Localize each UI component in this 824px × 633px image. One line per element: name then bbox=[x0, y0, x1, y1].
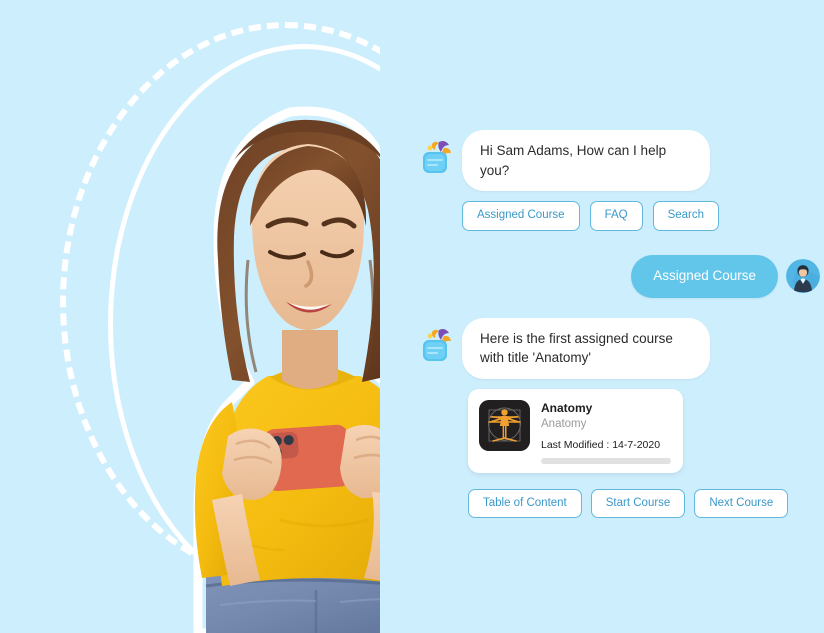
chat-message-bot-greeting: Hi Sam Adams, How can I help you? bbox=[420, 130, 820, 192]
quick-reply-next-course[interactable]: Next Course bbox=[694, 488, 789, 519]
course-subtitle: Anatomy bbox=[541, 417, 587, 430]
chatbot-icon bbox=[420, 328, 454, 364]
course-title: Anatomy bbox=[541, 400, 593, 415]
user-message-text: Assigned Course bbox=[631, 254, 778, 298]
bot-message-text: Here is the first assigned course with t… bbox=[462, 317, 710, 379]
quick-reply-table-of-content[interactable]: Table of Content bbox=[468, 488, 582, 519]
quick-reply-assigned-course[interactable]: Assigned Course bbox=[462, 201, 580, 231]
chat-message-bot-course: Here is the first assigned course with t… bbox=[420, 317, 820, 379]
quick-reply-search[interactable]: Search bbox=[652, 201, 720, 231]
quick-replies-top: Assigned Course FAQ Search bbox=[462, 201, 820, 231]
course-card[interactable]: Anatomy Anatomy Last Modified : 14-7-202… bbox=[468, 388, 683, 473]
chat-message-user: Assigned Course bbox=[420, 254, 820, 298]
quick-reply-faq[interactable]: FAQ bbox=[589, 201, 643, 231]
user-avatar-icon bbox=[786, 259, 820, 294]
vitruvian-man-icon bbox=[479, 399, 530, 451]
chat-panel: Hi Sam Adams, How can I help you? Assign… bbox=[420, 130, 820, 522]
quick-replies-bottom: Table of Content Start Course Next Cours… bbox=[468, 488, 820, 519]
quick-reply-start-course[interactable]: Start Course bbox=[590, 488, 686, 519]
bot-message-text: Hi Sam Adams, How can I help you? bbox=[462, 130, 710, 192]
chatbot-icon bbox=[420, 140, 454, 176]
course-details: Anatomy Anatomy Last Modified : 14-7-202… bbox=[541, 400, 671, 464]
app-canvas: Hi Sam Adams, How can I help you? Assign… bbox=[0, 0, 824, 633]
course-progress-bar bbox=[541, 457, 671, 464]
course-last-modified: Last Modified : 14-7-2020 bbox=[541, 439, 661, 452]
